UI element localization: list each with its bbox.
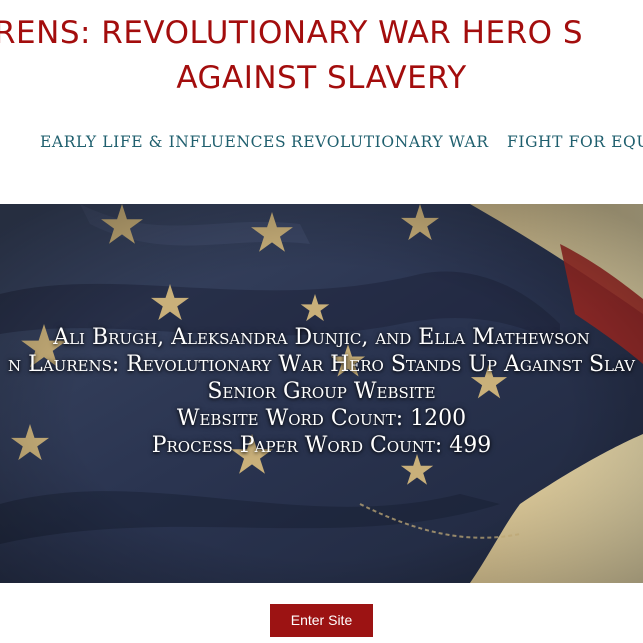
hero-project-title: n Laurens: Revolutionary War Hero Stands… bbox=[8, 352, 635, 377]
hero-website-word-count: Website Word Count: 1200 bbox=[176, 406, 467, 431]
site-title-line-1: RENS: REVOLUTIONARY WAR HERO S bbox=[0, 15, 584, 51]
hero-authors: Ali Brugh, Aleksandra Dunjic, and Ella M… bbox=[53, 325, 590, 350]
nav-item-fight-for-equality[interactable]: FIGHT FOR EQUA bbox=[507, 133, 643, 151]
main-navigation: S EARLY LIFE & INFLUENCES REVOLUTIONARY … bbox=[0, 133, 643, 157]
hero-category: Senior Group Website bbox=[207, 379, 436, 404]
hero-banner: Ali Brugh, Aleksandra Dunjic, and Ella M… bbox=[0, 204, 643, 583]
nav-item-partial-left[interactable]: S bbox=[0, 133, 1, 151]
nav-item-early-life[interactable]: EARLY LIFE & INFLUENCES bbox=[40, 133, 286, 151]
nav-item-revolutionary-war[interactable]: REVOLUTIONARY WAR bbox=[291, 133, 489, 151]
hero-caption: Ali Brugh, Aleksandra Dunjic, and Ella M… bbox=[0, 324, 643, 459]
enter-site-button[interactable]: Enter Site bbox=[270, 604, 373, 637]
site-title-line-2: AGAINST SLAVERY bbox=[176, 60, 467, 96]
hero-process-paper-word-count: Process Paper Word Count: 499 bbox=[151, 433, 492, 458]
